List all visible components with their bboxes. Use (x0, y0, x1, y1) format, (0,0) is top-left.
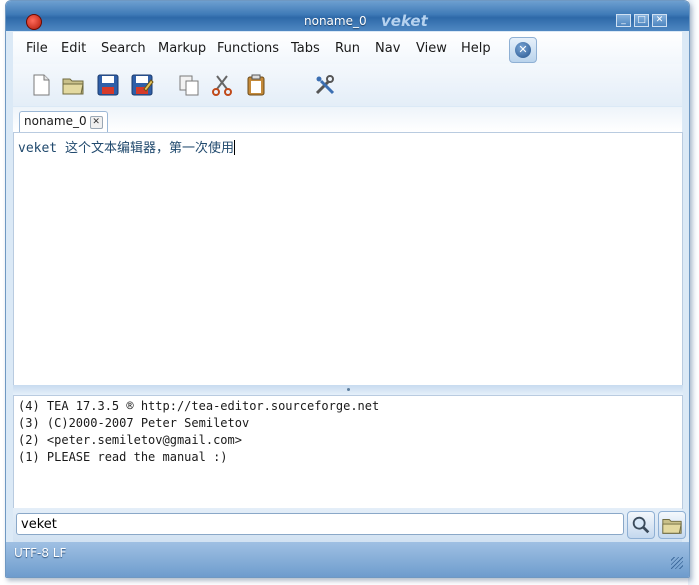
paste-icon[interactable] (244, 73, 268, 97)
tab-strip: noname_0 ✕ (13, 107, 682, 132)
editor-content[interactable]: veket 这个文本编辑器，第一次使用 (18, 137, 235, 156)
maximize-button[interactable]: □ (634, 14, 649, 27)
cut-icon[interactable] (210, 73, 234, 97)
app-icon[interactable] (26, 14, 42, 30)
log-line: (4) TEA 17.3.5 ® http://tea-editor.sourc… (18, 399, 380, 413)
save-as-icon[interactable] (130, 73, 154, 97)
menu-tabs[interactable]: Tabs (291, 41, 320, 56)
log-line: (1) PLEASE read the manual :) (18, 450, 228, 464)
search-button[interactable] (627, 511, 655, 539)
menu-file[interactable]: File (26, 41, 48, 56)
editor-text-line: veket 这个文本编辑器，第一次使用 (18, 141, 234, 156)
close-circle-icon: ✕ (515, 42, 531, 58)
panel-splitter[interactable] (13, 385, 683, 395)
tab-noname-0[interactable]: noname_0 ✕ (19, 111, 108, 132)
open-folder-icon[interactable] (61, 73, 85, 97)
text-cursor (233, 140, 235, 155)
menu-search[interactable]: Search (101, 41, 146, 56)
text-editor[interactable]: veket 这个文本编辑器，第一次使用 (13, 132, 683, 387)
menu-view[interactable]: View (416, 41, 447, 56)
window-title: noname_0 (304, 14, 367, 28)
log-output[interactable]: (4) TEA 17.3.5 ® http://tea-editor.sourc… (13, 395, 683, 509)
tools-icon[interactable] (313, 73, 337, 97)
folder-icon (662, 519, 682, 534)
minimize-button[interactable]: _ (616, 14, 631, 27)
menu-markup[interactable]: Markup (158, 41, 206, 56)
menu-bar: File Edit Search Markup Functions Tabs R… (13, 32, 682, 64)
tab-label: noname_0 (24, 114, 87, 128)
tab-close-icon[interactable]: ✕ (89, 116, 103, 129)
save-icon[interactable] (96, 73, 120, 97)
log-line: (3) (C)2000-2007 Peter Semiletov (18, 416, 250, 430)
title-bar[interactable]: noname_0 veket _ □ ✕ (6, 1, 689, 31)
menu-run[interactable]: Run (335, 41, 360, 56)
menu-edit[interactable]: Edit (61, 41, 86, 56)
menu-help[interactable]: Help (461, 41, 491, 56)
magnifier-icon (632, 516, 650, 534)
command-panel (13, 508, 686, 542)
window-app-name: veket (381, 12, 428, 30)
editor-window: noname_0 veket _ □ ✕ File Edit Search Ma… (5, 0, 690, 578)
status-bar: UTF-8 LF (6, 542, 689, 577)
new-document-icon[interactable] (29, 73, 53, 97)
toolbar (13, 64, 682, 106)
resize-grip-icon[interactable] (671, 557, 683, 569)
menu-nav[interactable]: Nav (375, 41, 400, 56)
close-button[interactable]: ✕ (652, 14, 667, 27)
splitter-handle-icon (347, 388, 350, 391)
menu-functions[interactable]: Functions (217, 41, 279, 56)
search-input[interactable] (16, 513, 624, 535)
close-document-button[interactable]: ✕ (509, 37, 537, 63)
encoding-status: UTF-8 LF (14, 546, 67, 560)
log-line: (2) <peter.semiletov@gmail.com> (18, 433, 242, 447)
copy-icon[interactable] (177, 73, 201, 97)
open-file-button[interactable] (658, 511, 686, 539)
